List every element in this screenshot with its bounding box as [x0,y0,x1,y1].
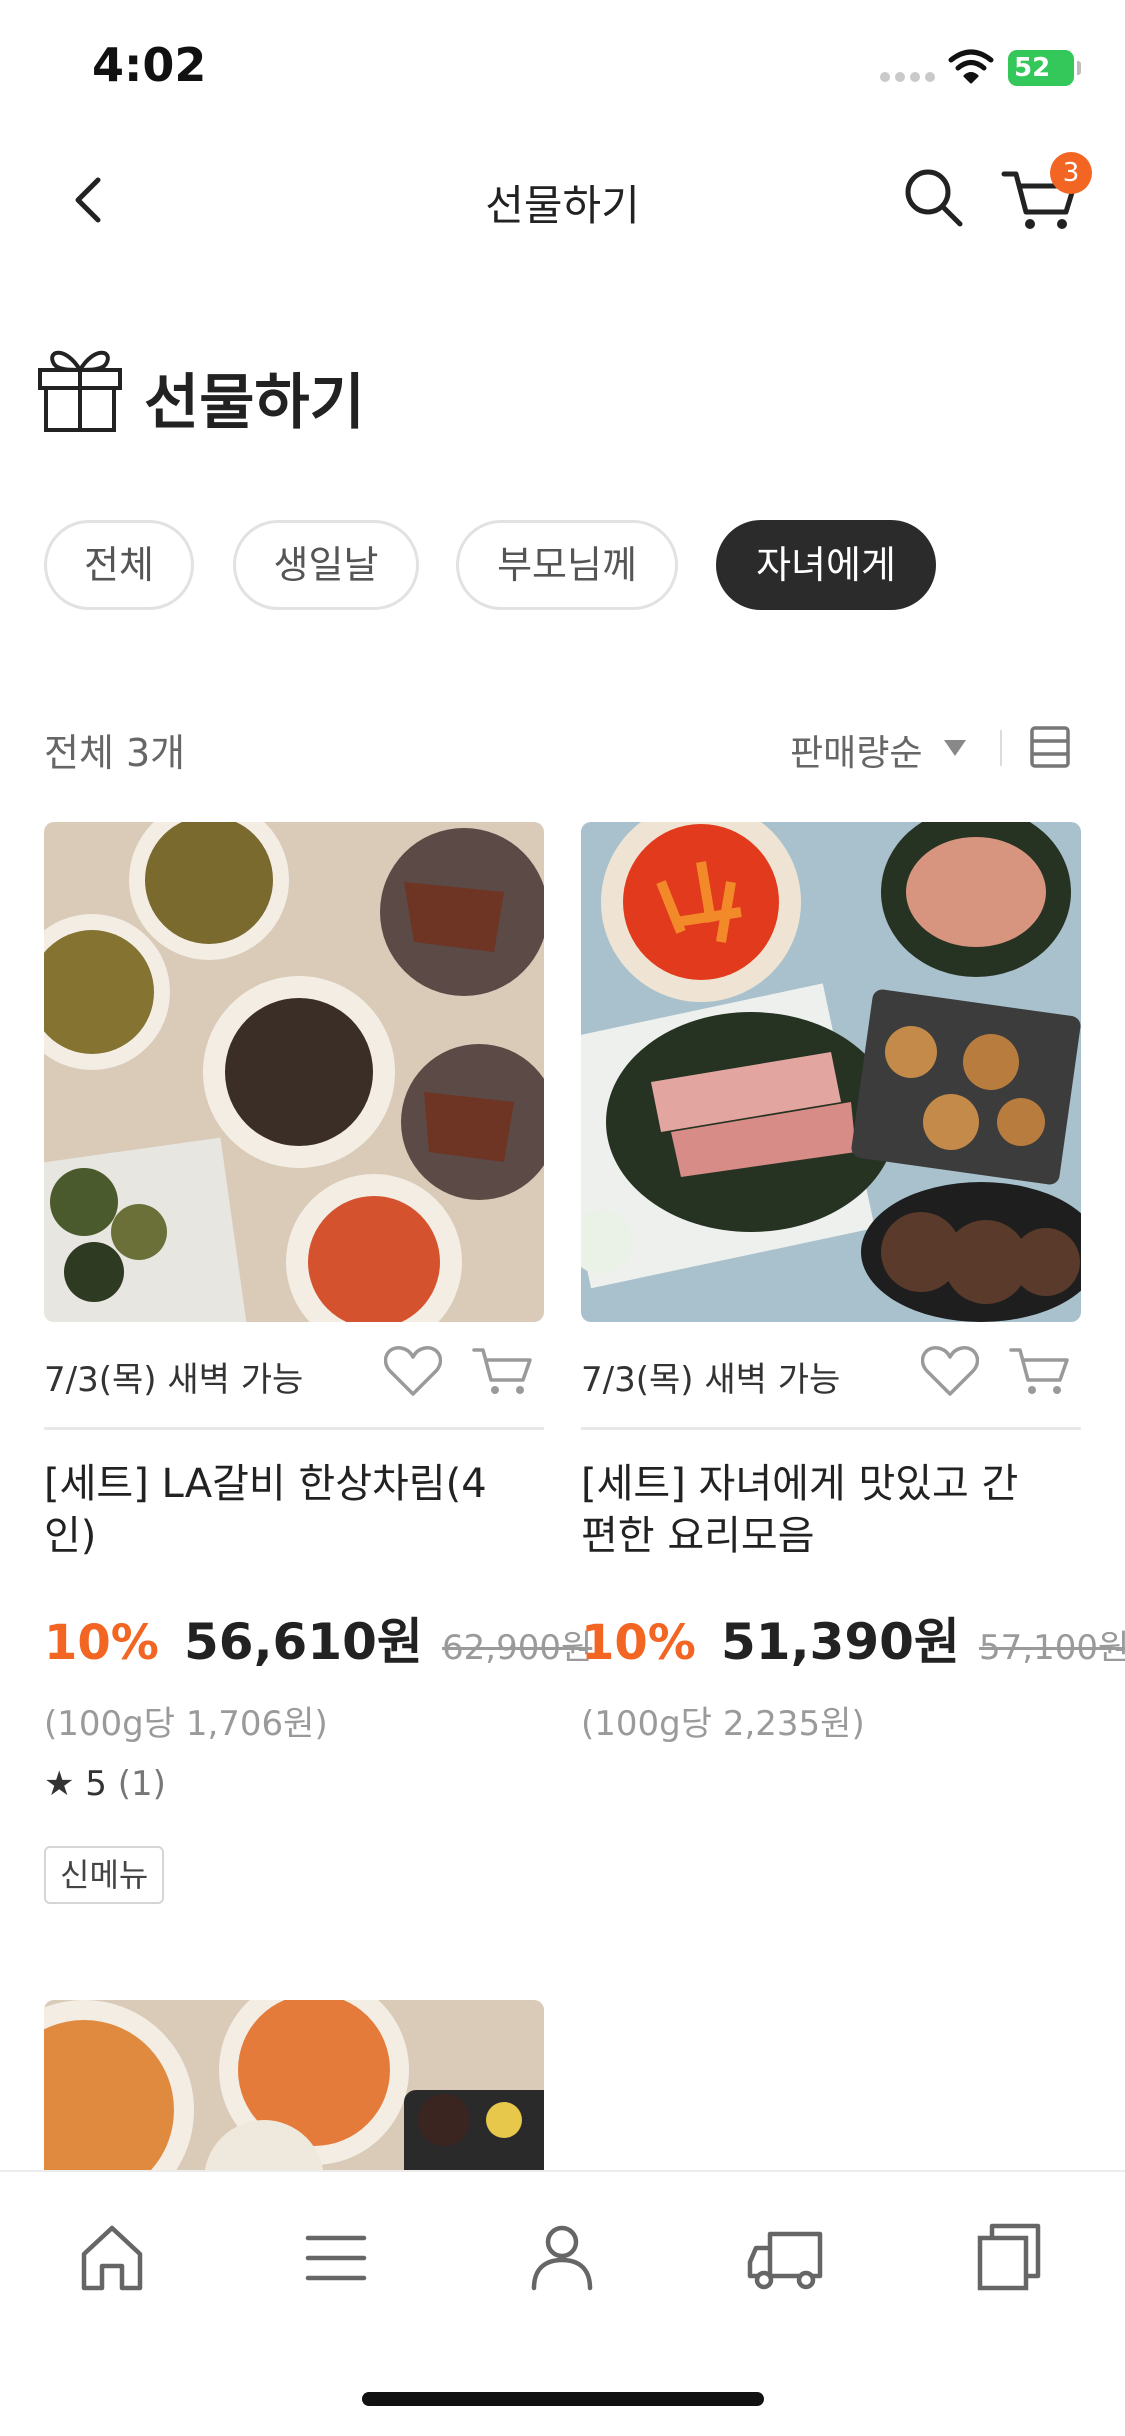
original-price: 62,900원 [442,1628,593,1668]
top-header: 선물하기 3 [0,130,1125,270]
filter-chip-label: 생일날 [273,543,379,587]
add-to-cart-icon[interactable] [472,1344,534,1398]
sale-price: 51,390원 [720,1613,960,1671]
caret-down-icon[interactable] [944,740,966,756]
delivery-info: 7/3(목) 새벽 가능 [44,1360,304,1400]
filter-chip-birthday[interactable]: 생일날 [233,520,419,610]
review-count: (1) [117,1764,166,1804]
price-row: 10% 51,390원 57,100원 [581,1602,1125,1674]
original-price: 57,100원 [979,1628,1125,1668]
heart-icon[interactable] [384,1344,442,1398]
new-menu-tag: 신메뉴 [44,1846,165,1904]
page-heading: 선물하기 [36,340,636,440]
cart-count-badge: 3 [1050,152,1092,194]
rating: ★ 5 (1) [44,1764,166,1804]
discount-rate: 10% [581,1615,696,1671]
sale-price: 56,610원 [183,1613,423,1671]
kids-meal-set-photo[interactable] [581,822,1081,1322]
rating-score: 5 [85,1764,107,1804]
status-bar: 4:02 52 [0,0,1125,130]
wifi-icon [948,49,994,84]
unit-price: (100g당 1,706원) [44,1704,328,1744]
product-card[interactable] [44,2000,544,2170]
filter-chip-label: 전체 [84,543,154,587]
home-icon[interactable] [72,2218,152,2298]
heart-icon[interactable] [921,1344,979,1398]
sort-dropdown[interactable]: 판매량순 [790,724,922,776]
product-title[interactable]: [세트] 자녀에게 맛있고 간편한 요리모음 [581,1458,1051,1562]
filter-chip-all[interactable]: 전체 [44,520,194,610]
unit-price: (100g당 2,235원) [581,1704,865,1744]
add-to-cart-icon[interactable] [1009,1344,1071,1398]
status-time: 4:02 [92,38,207,92]
product-card[interactable]: 7/3(목) 새벽 가능 [세트] LA갈비 한상차림(4인) 10% 56,6… [44,822,592,1922]
star-icon: ★ [44,1764,75,1804]
battery-level: 52 [1014,53,1051,83]
recent-pages-icon[interactable] [970,2218,1050,2298]
search-icon[interactable] [900,164,966,230]
cellular-signal-icon [880,72,936,82]
divider [1000,730,1002,766]
list-view-icon[interactable] [1030,726,1070,768]
battery-icon: 52 [1008,50,1074,86]
price-row: 10% 56,610원 62,900원 [44,1602,592,1674]
divider [581,1427,1081,1430]
filter-chip-parents[interactable]: 부모님께 [456,520,678,610]
gift-shop-page: 4:02 52 선물하기 3 선물하기 전체 생일날 부모님께 자녀에게 전체 … [0,0,1125,2436]
product-card[interactable]: 7/3(목) 새벽 가능 [세트] 자녀에게 맛있고 간편한 요리모음 10% … [581,822,1125,1744]
divider [44,1427,544,1430]
user-icon[interactable] [522,2218,602,2298]
filter-chip-label: 자녀에게 [756,543,896,587]
product-title[interactable]: [세트] LA갈비 한상차림(4인) [44,1458,514,1562]
page-heading-title: 선물하기 [144,368,365,438]
gift-icon [38,350,122,432]
noodle-set-photo[interactable] [44,2000,544,2170]
delivery-info: 7/3(목) 새벽 가능 [581,1360,841,1400]
menu-icon[interactable] [296,2218,376,2298]
galbi-set-photo[interactable] [44,822,544,1322]
product-count: 전체 3개 [44,731,186,775]
battery-tip [1077,61,1081,75]
filter-chip-label: 부모님께 [497,543,637,587]
discount-rate: 10% [44,1615,159,1671]
home-indicator[interactable] [362,2392,764,2406]
delivery-truck-icon[interactable] [746,2218,826,2298]
filter-chip-children[interactable]: 자녀에게 [716,520,936,610]
